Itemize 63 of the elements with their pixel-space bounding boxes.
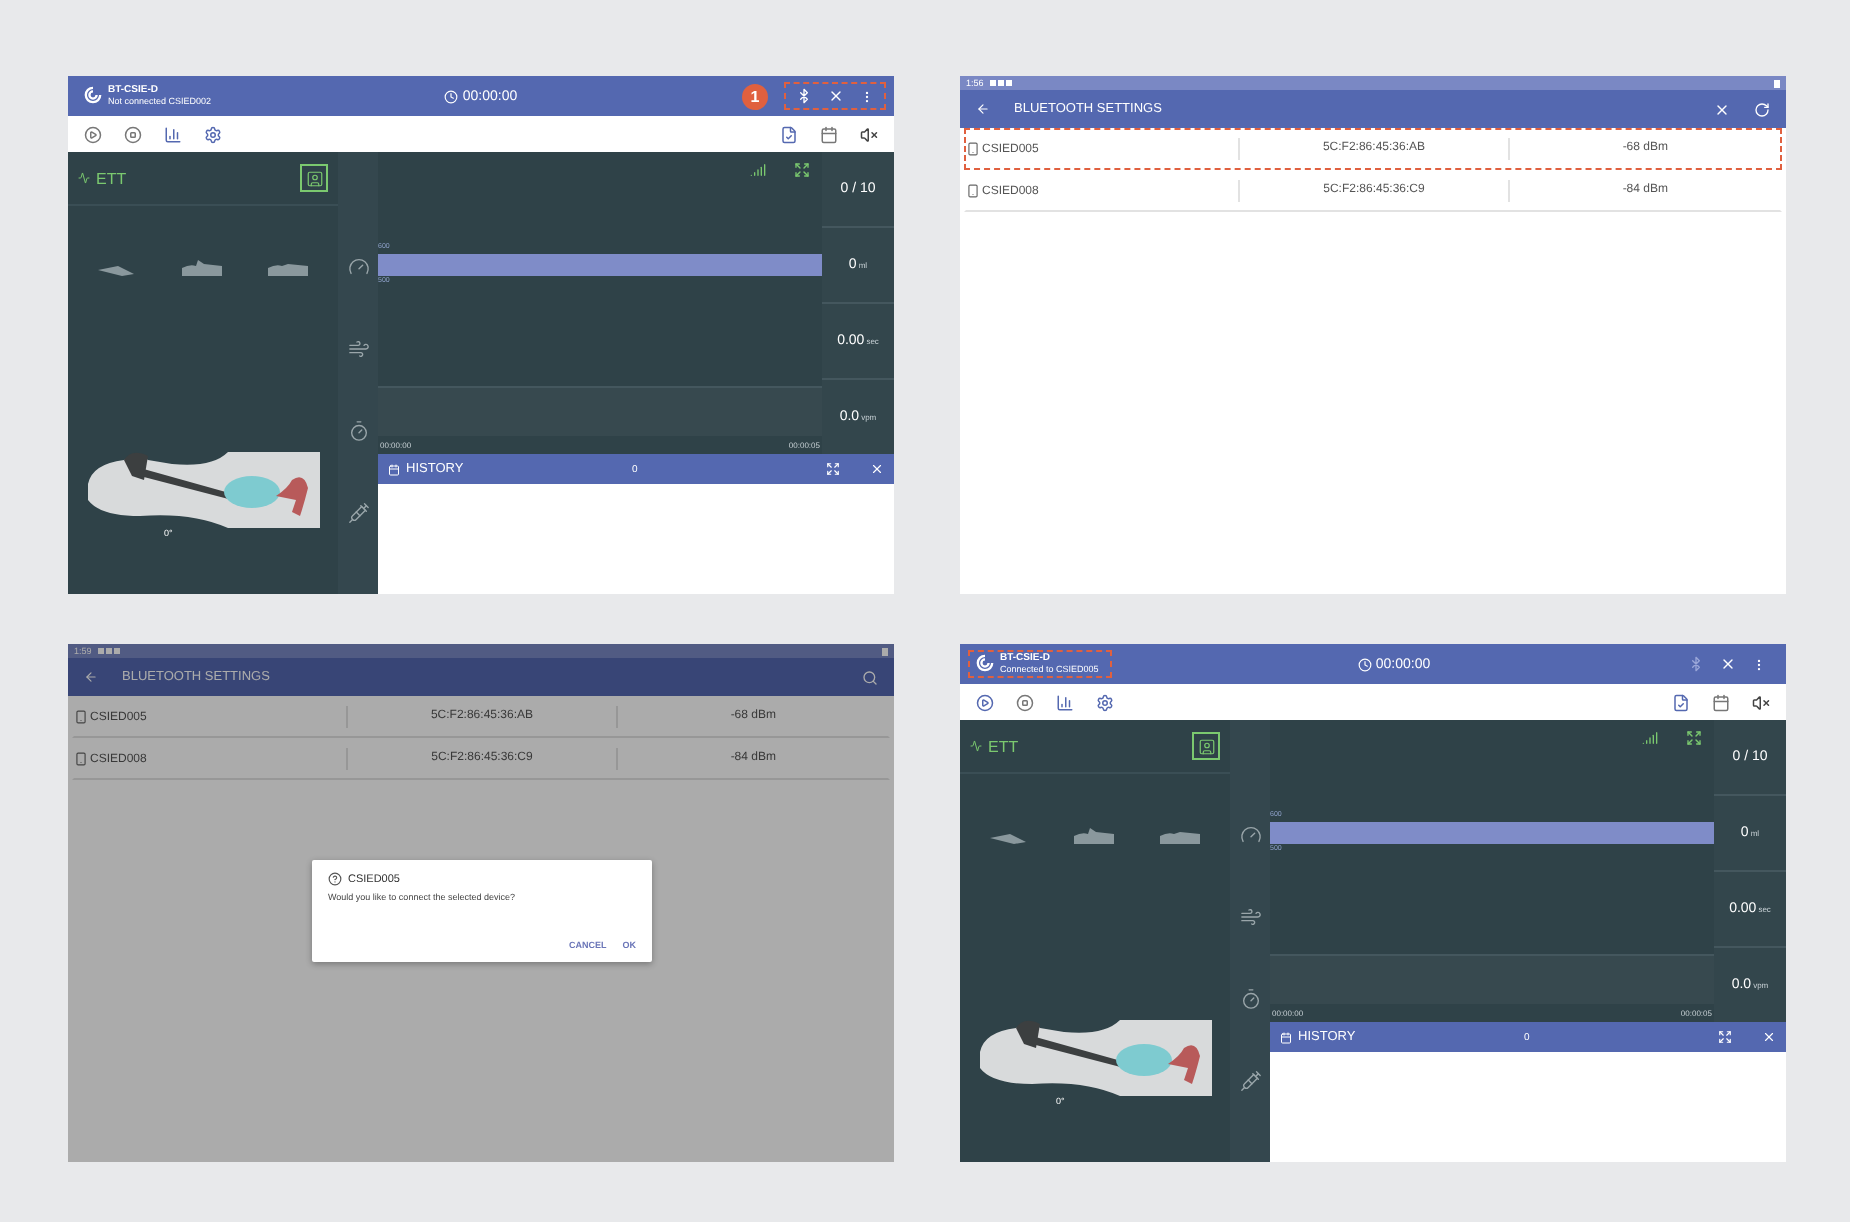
phone-icon xyxy=(74,752,88,766)
clock-icon xyxy=(1357,657,1372,671)
expand-icon[interactable] xyxy=(1718,1030,1732,1044)
tube-mode-icon xyxy=(970,740,982,752)
logo-icon xyxy=(84,86,102,105)
patient-icon xyxy=(305,169,323,187)
stop-icon[interactable] xyxy=(1016,693,1034,711)
syringe-icon[interactable] xyxy=(1239,1070,1261,1092)
expand-icon[interactable] xyxy=(826,462,840,476)
phone-icon xyxy=(966,184,980,198)
pressure-icon[interactable] xyxy=(1239,824,1261,846)
calendar-icon xyxy=(388,463,400,475)
tube-icon[interactable] xyxy=(178,258,227,280)
pressure-icon[interactable] xyxy=(347,256,369,278)
phone-icon xyxy=(966,142,980,156)
document-check-icon[interactable] xyxy=(1672,693,1690,711)
notification-icons xyxy=(989,80,1014,86)
patient-button[interactable] xyxy=(300,164,328,192)
tube-mode-icon xyxy=(78,172,90,184)
chart-icon[interactable] xyxy=(1056,693,1074,711)
settings-icon[interactable] xyxy=(1096,693,1114,711)
timer-icon[interactable] xyxy=(347,420,369,442)
stop-icon[interactable] xyxy=(124,125,142,143)
tube-icon[interactable] xyxy=(1070,826,1119,848)
refresh-icon[interactable] xyxy=(1754,101,1770,117)
close-icon[interactable] xyxy=(870,462,884,476)
more-icon[interactable] xyxy=(860,89,874,103)
mode-label: ETT xyxy=(988,737,1021,755)
clock-icon xyxy=(444,89,459,103)
search-icon[interactable] xyxy=(862,669,878,685)
close-icon[interactable] xyxy=(1714,101,1730,117)
calendar-icon[interactable] xyxy=(1712,693,1730,711)
calendar-icon[interactable] xyxy=(820,125,838,143)
patient-button[interactable] xyxy=(1192,732,1220,760)
calendar-icon xyxy=(1280,1031,1292,1043)
syringe-icon[interactable] xyxy=(347,502,369,524)
battery-icon xyxy=(882,647,888,655)
mute-icon[interactable] xyxy=(1752,693,1770,711)
expand-icon[interactable] xyxy=(794,162,810,178)
battery-icon xyxy=(1774,79,1780,87)
document-check-icon[interactable] xyxy=(780,125,798,143)
phone-icon xyxy=(74,710,88,724)
close-icon[interactable] xyxy=(1720,656,1736,672)
patient-icon xyxy=(1197,737,1215,755)
timer-icon[interactable] xyxy=(1239,988,1261,1010)
chart-icon[interactable] xyxy=(164,125,182,143)
mute-icon[interactable] xyxy=(860,125,878,143)
close-icon[interactable] xyxy=(1762,1030,1776,1044)
back-icon[interactable] xyxy=(976,102,990,116)
back-icon[interactable] xyxy=(84,670,98,684)
more-icon[interactable] xyxy=(1752,657,1766,671)
close-icon[interactable] xyxy=(828,88,844,104)
settings-icon[interactable] xyxy=(204,125,222,143)
expand-icon[interactable] xyxy=(1686,730,1702,746)
callout-badge: 1 xyxy=(742,83,768,109)
logo-icon xyxy=(976,654,994,673)
tube-icon[interactable] xyxy=(263,258,312,280)
bluetooth-icon[interactable] xyxy=(796,88,812,104)
tube-icon[interactable] xyxy=(1155,826,1204,848)
help-icon xyxy=(328,872,342,886)
mode-label: ETT xyxy=(96,169,129,187)
play-icon[interactable] xyxy=(84,125,102,143)
play-icon[interactable] xyxy=(976,693,994,711)
